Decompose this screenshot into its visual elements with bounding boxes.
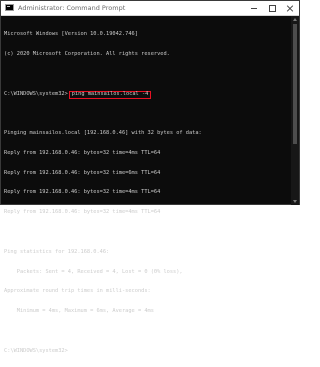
title-bar[interactable]: Administrator: Command Prompt (1, 1, 299, 16)
stats-header: Ping statistics for 192.168.0.46: (4, 248, 110, 255)
minimize-icon[interactable] (247, 1, 261, 15)
rtt-values: Minimum = 4ms, Maximum = 6ms, Average = … (4, 308, 154, 315)
cmd-icon (5, 4, 14, 11)
pinging-line: Pinging mainsailos.local [192.168.0.46] … (4, 130, 202, 137)
reply-line: Reply from 192.168.0.46: bytes=32 time=4… (4, 189, 161, 196)
close-icon[interactable] (283, 1, 297, 15)
scroll-up-icon[interactable] (293, 18, 297, 21)
command-line: C:\WINDOWS\system32> ping mainsailos.loca… (4, 90, 289, 99)
stats-packets: Packets: Sent = 4, Received = 4, Lost = … (4, 268, 183, 275)
command-prompt-window: Administrator: Command Prompt Microsoft … (0, 0, 300, 354)
reply-line: Reply from 192.168.0.46: bytes=32 time=4… (4, 209, 161, 216)
prompt: C:\WINDOWS\system32> (4, 90, 68, 97)
vertical-scrollbar[interactable] (291, 16, 299, 205)
maximize-icon[interactable] (265, 1, 279, 15)
prompt-line: C:\WINDOWS\system32> (4, 347, 68, 354)
scrollbar-thumb[interactable] (293, 24, 297, 144)
reply-line: Reply from 192.168.0.46: bytes=32 time=4… (4, 149, 161, 156)
scroll-down-icon[interactable] (293, 200, 297, 203)
banner-copyright: (c) 2020 Microsoft Corporation. All righ… (4, 50, 170, 57)
reply-line: Reply from 192.168.0.46: bytes=32 time=6… (4, 169, 161, 176)
banner-version: Microsoft Windows [Version 10.0.19042.74… (4, 31, 138, 38)
highlighted-command: ping mainsailos.local -4 (68, 90, 152, 99)
rtt-header: Approximate round trip times in milli-se… (4, 288, 151, 295)
window-title: Administrator: Command Prompt (18, 4, 126, 12)
console-output[interactable]: Microsoft Windows [Version 10.0.19042.74… (4, 18, 289, 354)
